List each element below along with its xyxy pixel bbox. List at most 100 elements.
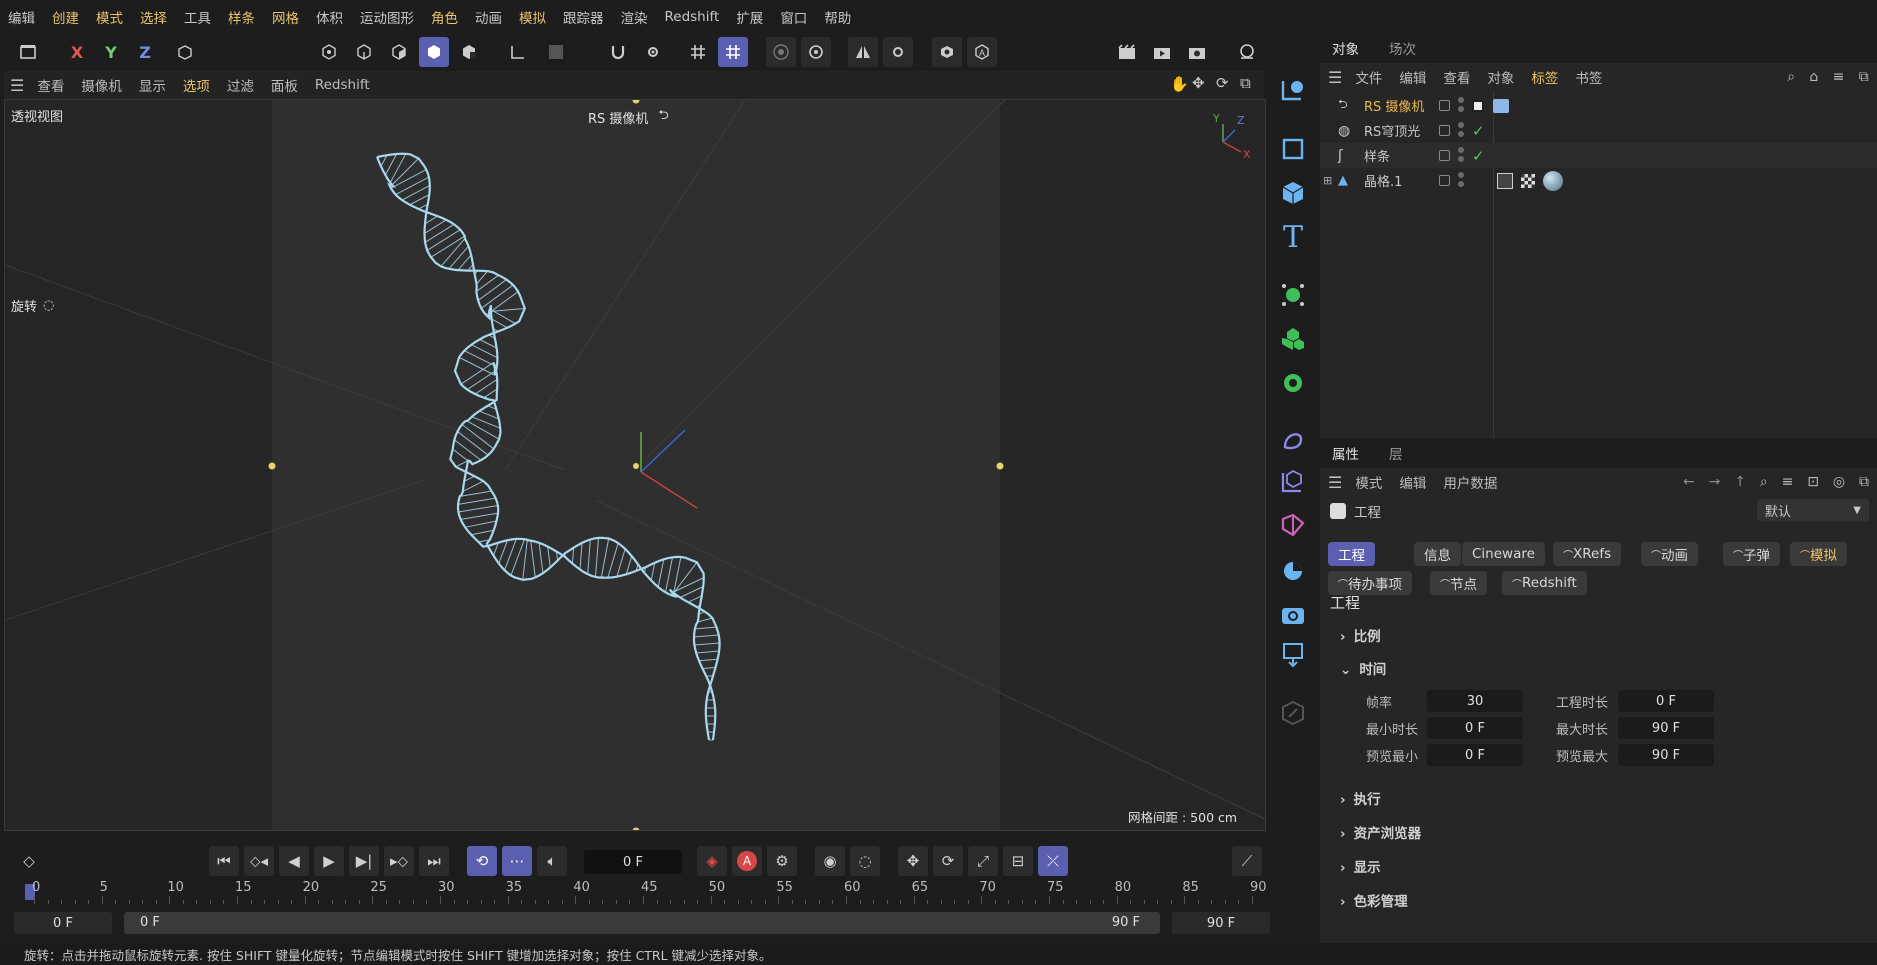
group-execute[interactable]: › 执行 [1340,788,1381,808]
key-pla-icon[interactable]: ⤫ [1038,846,1068,876]
next-key-icon[interactable]: ▸⬦ [384,846,414,876]
key-rotation-icon[interactable]: ⟳ [933,846,963,876]
tab-layers[interactable]: 层 [1389,443,1403,463]
text-tool-icon[interactable]: T [1275,219,1311,255]
light-icon[interactable] [1275,637,1311,673]
hamburger-icon[interactable]: ☰ [10,76,24,95]
render-to-picture-viewer-icon[interactable] [1147,37,1177,67]
menu-item[interactable]: 体积 [316,7,343,27]
menu-item[interactable]: 动画 [475,7,502,27]
snap-settings-icon[interactable] [638,37,668,67]
search-icon[interactable]: ⌕ [1760,474,1768,490]
menu-item[interactable]: 创建 [52,7,79,27]
timeline-graph-icon[interactable]: ⟋ [1232,846,1262,876]
next-frame-icon[interactable]: ▶| [349,846,379,876]
camera-tag-icon[interactable] [1493,98,1509,113]
redshift-renderview-icon[interactable] [1232,37,1262,67]
home-icon[interactable]: ⌂ [1809,69,1818,85]
menu-item[interactable]: 渲染 [621,7,648,27]
attr-tab-pill[interactable]: 信息 [1414,542,1461,566]
menu-item[interactable]: 样条 [228,7,255,27]
object-row[interactable]: ⮌ RS 摄像机 [1320,93,1877,118]
object-menu-item[interactable]: 书签 [1575,67,1602,87]
maximize-view-icon[interactable]: ⧉ [1240,74,1251,92]
visibility-icon[interactable] [932,37,962,67]
field-icon[interactable] [1275,463,1311,499]
target-icon[interactable]: ◎ [1833,474,1845,490]
preview-min-field[interactable]: 0 F [1427,744,1523,766]
menu-item[interactable]: 扩展 [736,7,763,27]
object-row[interactable]: ʃ 样条 ✓ [1320,143,1877,168]
axis-y-lock-button[interactable]: Y [96,37,126,67]
render-settings-icon[interactable] [1182,37,1212,67]
group-time[interactable]: ⌄ 时间 [1340,658,1386,678]
layer-flag[interactable] [1439,125,1450,136]
new-window-icon[interactable]: ⧉ [1859,474,1869,490]
uvw-tag-icon[interactable] [1521,173,1535,188]
visibility-dots[interactable] [1458,172,1464,190]
min-time-field[interactable]: 0 F [1427,717,1523,739]
camera-object-icon[interactable] [1275,597,1311,633]
key-param-icon[interactable]: ⊟ [1003,846,1033,876]
viewport-menu-item[interactable]: 查看 [37,75,64,95]
menu-item[interactable]: 网格 [272,7,299,27]
preset-dropdown[interactable]: 默认 ▼ [1757,499,1869,521]
mograph-fracture-icon[interactable] [1275,321,1311,357]
coord-system-icon[interactable] [170,37,200,67]
fps-field[interactable]: 30 [1427,690,1523,712]
hamburger-icon[interactable]: ☰ [1328,473,1342,492]
object-menu-item[interactable]: 查看 [1443,67,1470,87]
enabled-check-icon[interactable]: ✓ [1472,122,1485,140]
group-scale[interactable]: › 比例 [1340,625,1381,645]
filter-icon[interactable]: ≡ [1833,69,1845,85]
rotate-view-icon[interactable]: ⟳ [1216,74,1229,92]
soft-selection-settings-icon[interactable] [801,37,831,67]
cube-icon[interactable] [1275,175,1311,211]
texture-mode-icon[interactable] [454,37,484,67]
viewport-menu-item[interactable]: 面板 [271,75,298,95]
playback-rate-icon[interactable]: ⋯ [502,846,532,876]
enabled-check-icon[interactable]: ✓ [1472,147,1485,165]
attr-tab-pill[interactable]: Cineware [1462,542,1545,566]
pan-hand-icon[interactable]: ✋ [1170,75,1189,93]
attr-tab-pill[interactable]: ⌒ 待办事项 [1328,571,1412,595]
menu-item[interactable]: 帮助 [824,7,851,27]
attr-tab-pill[interactable]: ⌒ Redshift [1502,571,1587,595]
duration-field[interactable]: 0 F [1618,690,1714,712]
search-icon[interactable]: ⌕ [1787,69,1795,85]
visibility-dots[interactable] [1458,97,1464,115]
new-window-icon[interactable]: ⧉ [1859,69,1869,85]
move-view-icon[interactable]: ✥ [1192,74,1205,92]
previous-frame-icon[interactable]: ◀ [279,846,309,876]
forward-arrow-icon[interactable]: → [1709,474,1721,490]
model-mode-icon[interactable] [419,37,449,67]
edges-mode-icon[interactable] [349,37,379,67]
attr-tab-pill[interactable]: ⌒ 节点 [1430,571,1487,595]
record-keys-icon[interactable]: ◈ [697,846,727,876]
up-arrow-icon[interactable]: ↑ [1734,474,1746,490]
symmetry-icon[interactable] [848,37,878,67]
attr-tab-pill[interactable]: ⌒ 子弹 [1723,542,1780,566]
keyframe-diamond-icon[interactable]: ◇ [14,846,44,876]
previous-key-icon[interactable]: ⬦◂ [244,846,274,876]
tab-objects[interactable]: 对象 [1332,38,1359,58]
menu-mode[interactable]: 模式 [1355,472,1382,492]
rectangle-spline-icon[interactable] [1275,131,1311,167]
menu-edit[interactable]: 编辑 [1399,472,1426,492]
viewport-menu-item[interactable]: 摄像机 [81,75,122,95]
move-tool-icon[interactable] [1275,73,1311,109]
go-to-start-icon[interactable]: ⏮ [209,846,239,876]
viewport-menu-item[interactable]: 过滤 [227,75,254,95]
object-menu-item[interactable]: 对象 [1487,67,1514,87]
layer-flag[interactable] [1439,175,1450,186]
group-asset-browser[interactable]: › 资产浏览器 [1340,822,1421,842]
loop-icon[interactable]: ⟲ [467,846,497,876]
perspective-viewport[interactable]: Y Z X 透视视图 RS 摄像机 ⮌ 旋转 ◌ 网格间距 : 500 cm [4,99,1266,831]
active-camera-label[interactable]: RS 摄像机 ⮌ [588,106,669,128]
menu-item[interactable]: 工具 [184,7,211,27]
menu-item[interactable]: 选择 [140,7,167,27]
object-menu-item[interactable]: 编辑 [1399,67,1426,87]
symmetry-settings-icon[interactable] [883,37,913,67]
expand-icon[interactable]: ⊞ [1323,174,1332,187]
back-arrow-icon[interactable]: ← [1683,474,1695,490]
